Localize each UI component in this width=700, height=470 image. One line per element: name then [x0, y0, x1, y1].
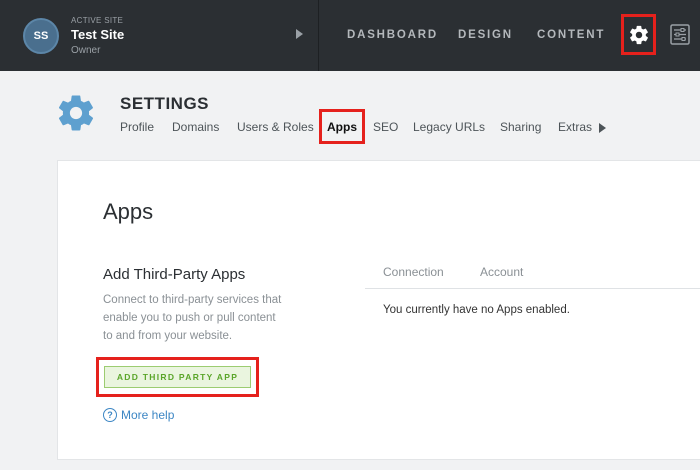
site-menu-icon[interactable] [670, 24, 690, 45]
tab-sharing[interactable]: Sharing [500, 120, 541, 134]
section-title: Add Third-Party Apps [103, 266, 246, 283]
settings-gear-icon[interactable] [628, 24, 650, 46]
site-role: Owner [71, 45, 101, 56]
site-avatar: SS [23, 18, 59, 54]
page-title: Apps [103, 199, 154, 224]
section-description: Connect to third-party services that ena… [103, 294, 282, 342]
nav-content[interactable]: CONTENT [537, 29, 605, 41]
settings-title: SETTINGS [120, 94, 210, 113]
apps-panel: Apps Add Third-Party Apps Connect to thi… [57, 160, 700, 460]
more-help-link[interactable]: ? More help [103, 408, 174, 422]
tab-profile[interactable]: Profile [120, 120, 154, 134]
tab-seo[interactable]: SEO [373, 120, 398, 134]
settings-gear-highlight[interactable] [621, 14, 656, 55]
tab-apps[interactable]: Apps [327, 120, 357, 134]
nav-design[interactable]: DESIGN [458, 29, 513, 41]
settings-header-gear-icon [58, 95, 94, 131]
nav-dashboard[interactable]: DASHBOARD [347, 29, 438, 41]
extras-arrow-icon[interactable] [599, 123, 606, 133]
site-name: Test Site [71, 27, 125, 42]
top-bar: SS ACTIVE SITE Test Site Owner DASHBOARD… [0, 0, 700, 71]
help-icon: ? [103, 408, 117, 422]
column-account: Account [480, 265, 524, 279]
tab-legacy-urls[interactable]: Legacy URLs [413, 120, 485, 134]
empty-apps-message: You currently have no Apps enabled. [383, 304, 570, 316]
site-switch-arrow-icon[interactable] [296, 29, 303, 39]
tab-domains[interactable]: Domains [172, 120, 219, 134]
table-divider [365, 288, 700, 289]
active-site-label: ACTIVE SITE [71, 16, 124, 25]
more-help-label: More help [121, 408, 175, 422]
tab-users-roles[interactable]: Users & Roles [237, 120, 314, 134]
column-connection: Connection [383, 265, 444, 279]
tab-extras[interactable]: Extras [558, 120, 592, 134]
active-site-switcher[interactable]: SS ACTIVE SITE Test Site Owner [0, 0, 319, 71]
add-third-party-app-button[interactable]: ADD THIRD PARTY APP [104, 366, 251, 388]
